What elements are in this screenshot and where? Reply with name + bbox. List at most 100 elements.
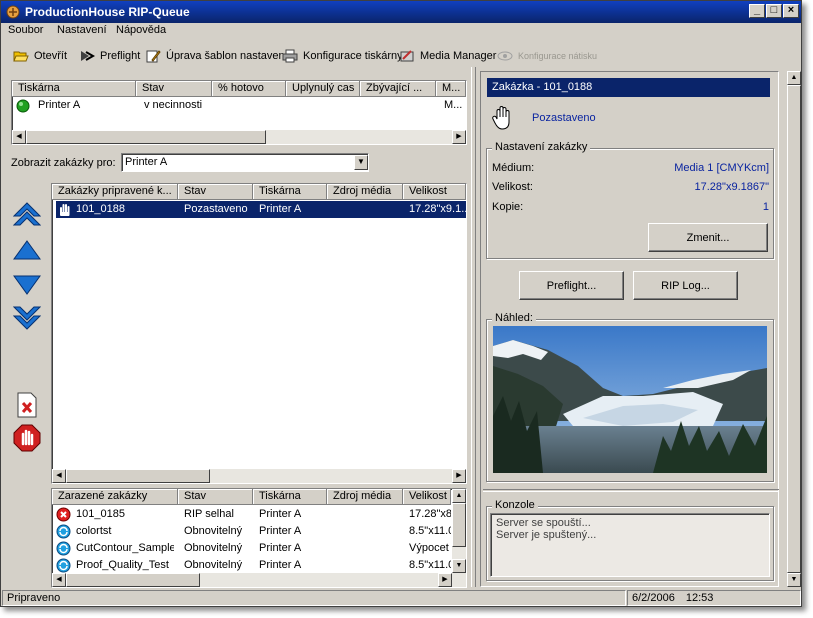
- job-size: Výpocet: [409, 542, 449, 554]
- printers-col-elapsed[interactable]: Uplynulý cas: [286, 81, 360, 97]
- printers-hscrollbar[interactable]: ◀ ▶: [12, 130, 466, 144]
- job-name: CutContour_Sample: [76, 542, 174, 554]
- job-printer: Printer A: [259, 559, 302, 571]
- queued-col-printer[interactable]: Tiskárna: [253, 489, 327, 505]
- printers-col-status[interactable]: Stav: [136, 81, 212, 97]
- rip-log-button[interactable]: RIP Log...: [633, 271, 738, 300]
- printer-filter-select[interactable]: Printer A ▼: [121, 153, 369, 172]
- scroll-up-button[interactable]: ▲: [787, 71, 801, 85]
- title-bar[interactable]: ProductionHouse RIP-Queue _ □ ×: [1, 1, 801, 23]
- vertical-splitter[interactable]: [471, 67, 476, 587]
- queued-hscrollbar[interactable]: ◀ ▶: [52, 573, 466, 587]
- scroll-up-button[interactable]: ▲: [452, 489, 466, 503]
- job-printer: Printer A: [259, 508, 302, 520]
- scroll-left-button[interactable]: ◀: [12, 130, 26, 144]
- scroll-thumb[interactable]: [26, 130, 266, 144]
- scroll-thumb[interactable]: [787, 85, 801, 573]
- table-row[interactable]: 101_0185 RIP selhal Printer A 17.28"x8: [52, 506, 452, 523]
- printers-col-done[interactable]: % hotovo: [212, 81, 286, 97]
- scroll-right-button[interactable]: ▶: [452, 130, 466, 144]
- job-status: Obnovitelný: [184, 559, 243, 571]
- chevron-down-icon[interactable]: ▼: [354, 155, 368, 170]
- menu-help[interactable]: Nápověda: [116, 24, 166, 36]
- queued-col-status[interactable]: Stav: [178, 489, 253, 505]
- job-size: 8.5"x11.0: [409, 525, 451, 537]
- job-name: colortst: [76, 525, 112, 537]
- preflight-tool-button[interactable]: Preflight: [79, 47, 140, 65]
- medium-label: Médium:: [492, 162, 535, 174]
- ready-col-media[interactable]: Zdroj média: [327, 184, 403, 200]
- scroll-left-button[interactable]: ◀: [52, 573, 66, 587]
- job-status: Obnovitelný: [184, 525, 243, 537]
- job-size: 17.28"x9.1...: [409, 203, 466, 215]
- scroll-thumb[interactable]: [452, 503, 466, 547]
- scroll-right-button[interactable]: ▶: [438, 573, 452, 587]
- filter-selected-value: Printer A: [125, 156, 168, 168]
- console-output[interactable]: Server se spouští... Server je spuštený.…: [490, 513, 770, 577]
- change-button[interactable]: Zmenit...: [648, 223, 768, 252]
- ready-col-status[interactable]: Stav: [178, 184, 253, 200]
- scroll-thumb[interactable]: [66, 573, 200, 587]
- table-row[interactable]: 101_0188 Pozastaveno Printer A 17.28"x9.…: [56, 201, 466, 218]
- scroll-down-button[interactable]: ▼: [787, 573, 801, 587]
- move-down-button[interactable]: [13, 270, 41, 298]
- preflight-button[interactable]: Preflight...: [519, 271, 624, 300]
- maximize-button[interactable]: □: [766, 4, 782, 18]
- move-top-button[interactable]: [13, 201, 41, 229]
- folder-open-icon: [13, 51, 29, 62]
- job-printer: Printer A: [259, 525, 302, 537]
- ready-col-name[interactable]: Zakázky pripravené k...: [52, 184, 178, 200]
- job-panel-title: Zakázka - 101_0188: [487, 78, 770, 97]
- horizontal-splitter[interactable]: [483, 489, 779, 492]
- job-name: 101_0185: [76, 508, 125, 520]
- scroll-left-button[interactable]: ◀: [52, 469, 66, 483]
- toolbar: Otevřít Preflight Úprava šablon nastaven…: [1, 43, 801, 67]
- pencil-document-icon: [146, 50, 161, 63]
- close-button[interactable]: ×: [783, 4, 799, 18]
- queued-vscrollbar[interactable]: ▲ ▼: [452, 489, 466, 573]
- table-row[interactable]: Proof_Quality_Test Obnovitelný Printer A…: [52, 557, 452, 574]
- scroll-down-button[interactable]: ▼: [452, 559, 466, 573]
- eye-icon: [497, 51, 513, 61]
- job-status: Obnovitelný: [184, 542, 243, 554]
- table-row[interactable]: colortst Obnovitelný Printer A 8.5"x11.0: [52, 523, 452, 540]
- open-button[interactable]: Otevřít: [13, 47, 67, 65]
- printers-col-media[interactable]: M...: [436, 81, 466, 97]
- printer-media: M...: [444, 99, 463, 111]
- ready-hscrollbar[interactable]: ◀ ▶: [52, 469, 466, 483]
- right-panel-vscrollbar[interactable]: ▲ ▼: [787, 71, 801, 587]
- job-status: Pozastaveno: [184, 203, 248, 215]
- table-row[interactable]: Printer A v necinnosti M...: [12, 97, 466, 114]
- menu-settings[interactable]: Nastavení: [57, 24, 107, 36]
- status-date: 6/2/2006: [632, 592, 675, 604]
- table-row[interactable]: CutContour_Sample Obnovitelný Printer A …: [52, 540, 452, 557]
- refresh-icon: [56, 524, 71, 539]
- printer-icon: [282, 49, 298, 63]
- ready-col-printer[interactable]: Tiskárna: [253, 184, 327, 200]
- scroll-thumb[interactable]: [66, 469, 210, 483]
- media-manager-button[interactable]: Media Manager: [399, 47, 496, 65]
- calibration-config-button[interactable]: Konfigurace nátisku: [497, 47, 597, 65]
- printer-config-button[interactable]: Konfigurace tiskárny: [282, 47, 403, 65]
- ready-jobs-table: Zakázky pripravené k... Stav Tiskárna Zd…: [51, 183, 467, 484]
- printers-col-remaining[interactable]: Zbývající ...: [360, 81, 436, 97]
- queued-col-size[interactable]: Velikost: [403, 489, 451, 505]
- edit-templates-button[interactable]: Úprava šablon nastavení: [145, 47, 288, 65]
- job-size: 8.5"x11.0: [409, 559, 451, 571]
- minimize-button[interactable]: _: [749, 4, 765, 18]
- job-name: 101_0188: [76, 203, 125, 215]
- move-up-button[interactable]: [13, 237, 41, 265]
- printers-table: Tiskárna Stav % hotovo Uplynulý cas Zbýv…: [11, 80, 467, 145]
- menu-bar: Soubor Nastavení Nápověda: [1, 23, 801, 40]
- printers-col-printer[interactable]: Tiskárna: [12, 81, 136, 97]
- scroll-right-button[interactable]: ▶: [452, 469, 466, 483]
- delete-job-button[interactable]: [13, 391, 41, 419]
- menu-file[interactable]: Soubor: [8, 24, 43, 36]
- stop-hand-button[interactable]: [13, 424, 41, 452]
- ready-col-size[interactable]: Velikost: [403, 184, 466, 200]
- job-status-text: Pozastaveno: [532, 112, 596, 124]
- hand-icon: [492, 106, 510, 130]
- queued-col-media[interactable]: Zdroj média: [327, 489, 403, 505]
- queued-col-name[interactable]: Zarazené zakázky: [52, 489, 178, 505]
- move-bottom-button[interactable]: [13, 304, 41, 332]
